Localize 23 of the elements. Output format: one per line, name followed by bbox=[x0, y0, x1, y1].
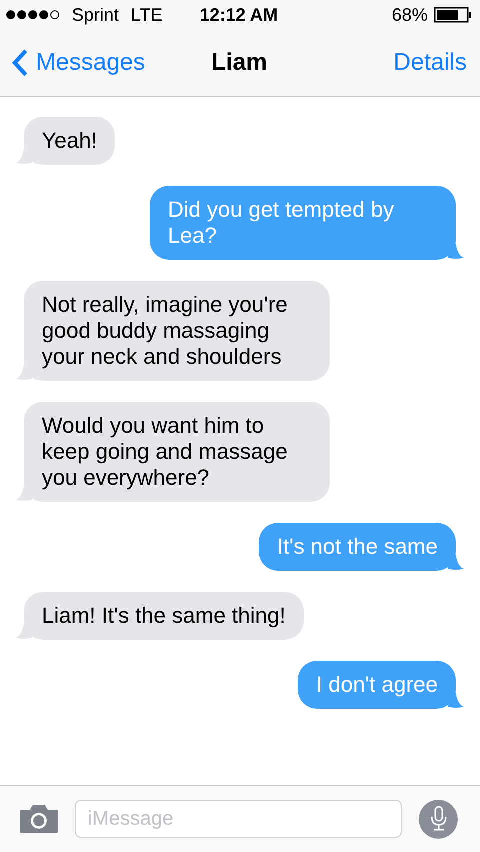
bubble-tail-icon bbox=[448, 244, 464, 260]
microphone-icon bbox=[430, 806, 446, 832]
battery-icon bbox=[434, 7, 472, 23]
sent-message: Did you get tempted by Lea? bbox=[150, 186, 464, 260]
sent-message: It's not the same bbox=[259, 523, 464, 571]
bubble-tail-icon bbox=[448, 555, 464, 571]
microphone-button[interactable] bbox=[419, 800, 458, 838]
battery-percent: 68% bbox=[392, 4, 428, 26]
sent-message: I don't agree bbox=[298, 661, 464, 709]
contact-name: Liam bbox=[211, 49, 268, 77]
carrier-name: Sprint bbox=[72, 4, 120, 26]
message-input[interactable]: iMessage bbox=[75, 800, 402, 838]
clock-time: 12:12 AM bbox=[200, 4, 278, 26]
bubble-tail-icon bbox=[448, 693, 464, 709]
received-message: Not really, imagine you're good buddy massaging your neck and shoulders bbox=[16, 281, 330, 381]
details-button[interactable]: Details bbox=[394, 49, 467, 77]
received-message: Yeah! bbox=[16, 117, 116, 165]
received-message: Would you want him to keep going and massage you everywhere? bbox=[16, 402, 330, 502]
chevron-left-icon bbox=[12, 49, 28, 77]
network-type: LTE bbox=[131, 4, 163, 26]
camera-icon[interactable] bbox=[20, 805, 58, 833]
back-button[interactable]: Messages bbox=[12, 49, 212, 77]
received-message: Liam! It's the same thing! bbox=[16, 592, 304, 640]
